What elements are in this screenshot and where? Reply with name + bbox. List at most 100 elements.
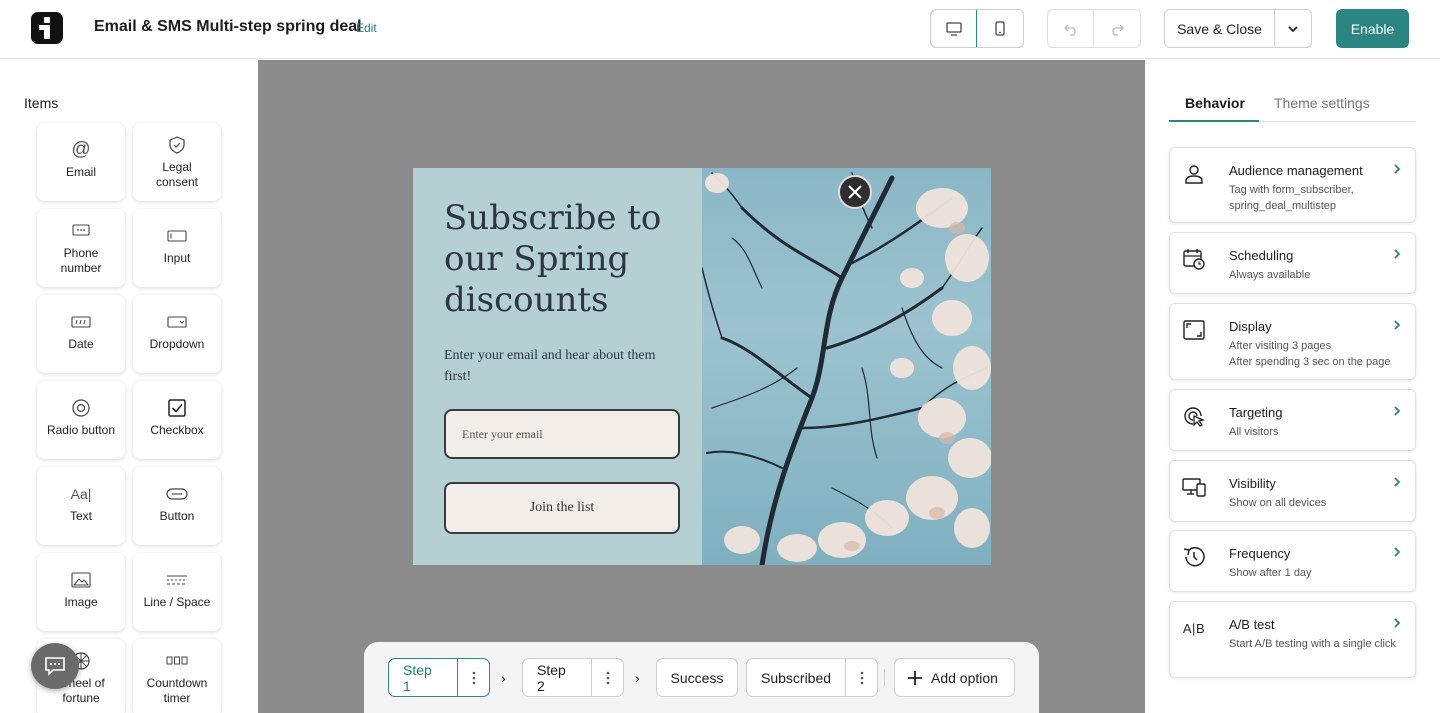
card-audience-management[interactable]: Audience management Tag with form_subscr… <box>1169 147 1416 223</box>
magnolia-tree-image <box>702 172 991 565</box>
item-text[interactable]: Aa| Text <box>37 467 125 545</box>
settings-panel: Behavior Theme settings Audience managem… <box>1145 60 1440 713</box>
item-image[interactable]: Image <box>37 553 125 631</box>
preview-canvas: Subscribe to our Spring discounts Enter … <box>258 60 1145 713</box>
step-2-label: Step 2 <box>537 661 566 694</box>
card-title: Scheduling <box>1229 248 1294 263</box>
step-1-label: Step 1 <box>403 661 432 694</box>
redo-button[interactable] <box>1094 10 1140 47</box>
card-title: Audience management <box>1229 163 1363 178</box>
tab-behavior[interactable]: Behavior <box>1185 95 1245 111</box>
item-date[interactable]: Date <box>37 295 125 373</box>
top-bar: Email & SMS Multi-step spring deal Edit … <box>0 0 1440 59</box>
item-line-space[interactable]: Line / Space <box>133 553 221 631</box>
chevron-right-icon <box>1394 477 1401 487</box>
display-icon <box>1183 320 1205 340</box>
item-input[interactable]: Input <box>133 209 221 287</box>
popup-preview[interactable]: Subscribe to our Spring discounts Enter … <box>413 168 991 565</box>
item-countdown-timer[interactable]: Countdown timer <box>133 639 221 713</box>
steps-bar: Step 1 › Step 2 › Success Subscribed Add… <box>364 642 1039 713</box>
chat-icon <box>45 657 65 676</box>
kebab-icon <box>472 671 475 684</box>
app-logo[interactable] <box>31 12 63 44</box>
history-icon <box>1183 546 1205 567</box>
chevron-right-icon <box>1394 547 1401 557</box>
edit-title-link[interactable]: Edit <box>356 21 377 35</box>
save-close-button[interactable]: Save & Close <box>1165 10 1275 47</box>
at-icon: @ <box>71 139 91 160</box>
item-email[interactable]: @ Email <box>37 123 125 201</box>
card-targeting[interactable]: Targeting All visitors <box>1169 389 1416 451</box>
add-option-label: Add option <box>931 669 998 686</box>
shield-icon <box>169 136 185 154</box>
item-dropdown[interactable]: Dropdown <box>133 295 221 373</box>
chevron-right-icon <box>1394 618 1401 628</box>
card-frequency[interactable]: Frequency Show after 1 day <box>1169 530 1416 592</box>
item-checkbox[interactable]: Checkbox <box>133 381 221 459</box>
chat-support-button[interactable] <box>31 643 79 689</box>
save-options-dropdown[interactable] <box>1275 10 1311 47</box>
chevron-right-icon: › <box>501 670 506 686</box>
enable-button[interactable]: Enable <box>1336 9 1409 48</box>
popup-email-input[interactable]: Enter your email <box>444 409 680 459</box>
item-radio-button[interactable]: Radio button <box>37 381 125 459</box>
card-visibility[interactable]: Visibility Show on all devices <box>1169 460 1416 522</box>
timer-icon <box>166 656 188 665</box>
chevron-right-icon: › <box>635 670 640 686</box>
subscribed-menu-button[interactable] <box>845 659 877 696</box>
add-option-button[interactable]: Add option <box>894 658 1015 697</box>
subscribed-tab[interactable]: Subscribed <box>746 658 878 697</box>
card-description: Always available <box>1229 269 1311 281</box>
item-button[interactable]: Button <box>133 467 221 545</box>
card-description: Tag with form_subscriber, spring_deal_mu… <box>1229 184 1354 212</box>
desktop-icon <box>945 21 962 36</box>
tab-theme-settings[interactable]: Theme settings <box>1274 95 1370 111</box>
step-1-menu-button[interactable] <box>457 659 489 696</box>
mobile-icon <box>995 21 1005 36</box>
card-ab-test[interactable]: A|B A/B test Start A/B testing with a si… <box>1169 601 1416 678</box>
device-toggle <box>930 9 1024 48</box>
card-display[interactable]: Display After visiting 3 pages After spe… <box>1169 303 1416 380</box>
undo-icon <box>1063 24 1076 36</box>
button-icon <box>166 488 188 500</box>
plus-icon <box>908 670 922 685</box>
chevron-right-icon <box>1394 164 1401 174</box>
items-title: Items <box>24 95 59 111</box>
card-scheduling[interactable]: Scheduling Always available <box>1169 232 1416 294</box>
card-title: Visibility <box>1229 476 1276 491</box>
input-icon <box>167 230 187 242</box>
kebab-icon <box>606 671 609 684</box>
target-icon <box>1184 407 1205 427</box>
card-description: Show after 1 day <box>1229 567 1312 579</box>
step-2-menu-button[interactable] <box>591 659 623 696</box>
devices-icon <box>1182 478 1206 497</box>
popup-join-button[interactable]: Join the list <box>444 482 680 534</box>
card-description: After visiting 3 pages After spending 3 … <box>1229 340 1391 368</box>
card-title: Display <box>1229 319 1272 334</box>
calendar-clock-icon <box>1183 249 1205 270</box>
step-1-tab[interactable]: Step 1 <box>388 658 490 697</box>
undo-button[interactable] <box>1048 10 1094 47</box>
item-phone-number[interactable]: Phone number <box>37 209 125 287</box>
step-2-tab[interactable]: Step 2 <box>522 658 624 697</box>
ab-icon: A|B <box>1182 620 1206 636</box>
history-controls <box>1047 9 1141 48</box>
success-tab[interactable]: Success <box>656 658 738 697</box>
save-group: Save & Close <box>1164 9 1312 48</box>
popup-subtext[interactable]: Enter your email and hear about them fir… <box>444 345 684 387</box>
item-legal-consent[interactable]: Legal consent <box>133 123 221 201</box>
popup-close-button[interactable] <box>838 175 872 209</box>
card-title: Frequency <box>1229 546 1291 561</box>
date-icon <box>71 316 91 328</box>
success-label: Success <box>670 669 724 686</box>
line-icon <box>167 575 187 585</box>
chevron-right-icon <box>1394 320 1401 330</box>
popup-magnolia-image[interactable] <box>702 168 991 565</box>
subscribed-label: Subscribed <box>761 669 832 686</box>
dropdown-icon <box>167 316 187 328</box>
kebab-icon <box>860 671 863 684</box>
items-sidebar: Items @ Email Legal consent Phone number… <box>0 60 258 713</box>
popup-heading[interactable]: Subscribe to our Spring discounts <box>444 198 694 321</box>
desktop-view-button[interactable] <box>931 10 977 47</box>
mobile-view-button[interactable] <box>977 10 1023 47</box>
